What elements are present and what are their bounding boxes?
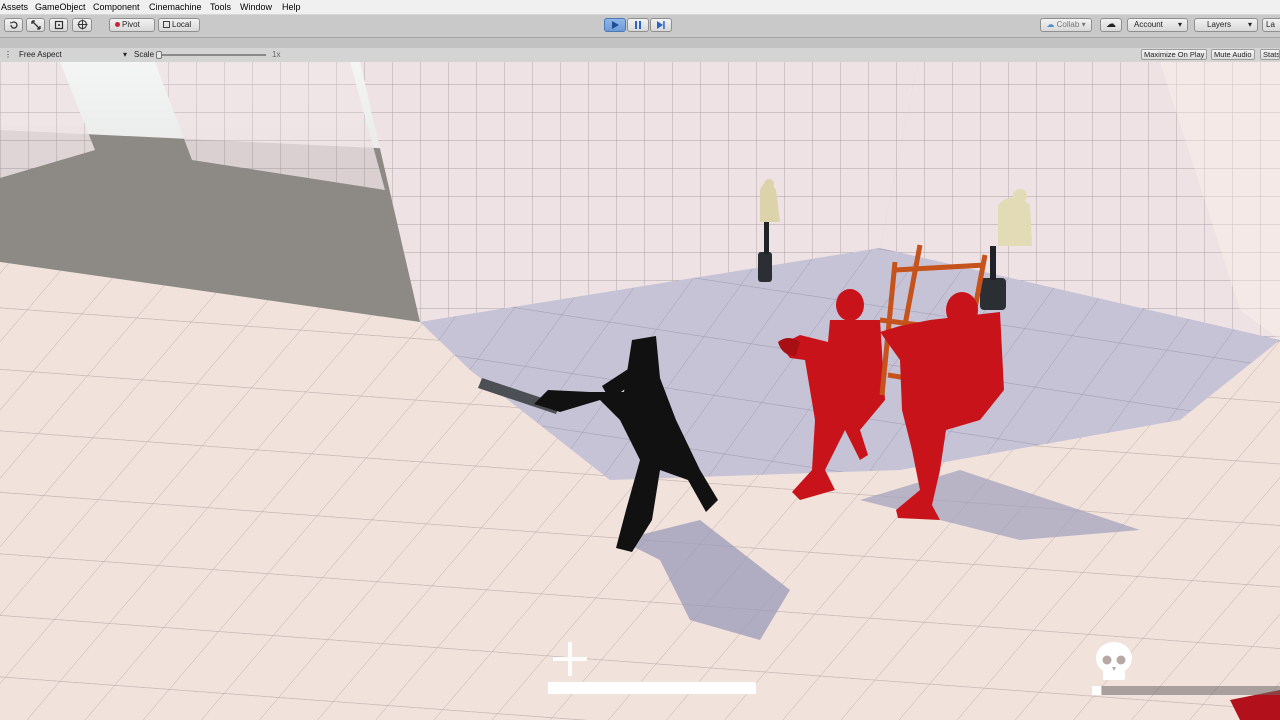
aspect-chevron-icon: ▾ bbox=[123, 50, 128, 59]
scale-icon bbox=[30, 20, 41, 30]
local-label: Local bbox=[172, 20, 192, 29]
enemy-bar-fill bbox=[1092, 686, 1102, 695]
aspect-dropdown[interactable]: Free Aspect bbox=[19, 50, 62, 60]
layers-label: Layers bbox=[1207, 20, 1232, 29]
menu-assets[interactable]: Assets bbox=[1, 1, 28, 13]
pivot-label: Pivot bbox=[122, 20, 140, 29]
account-label: Account bbox=[1134, 20, 1163, 29]
scale-slider-handle[interactable] bbox=[156, 51, 162, 59]
game-scene bbox=[0, 62, 1280, 720]
play-icon bbox=[612, 20, 619, 29]
game-view-toolbar: ⋮ Free Aspect ▾ Scale 1x Maximize On Pla… bbox=[0, 48, 1280, 63]
local-toggle[interactable]: Local bbox=[158, 18, 200, 32]
game-viewport[interactable] bbox=[0, 62, 1280, 720]
mute-audio-toggle[interactable]: Mute Audio bbox=[1211, 49, 1255, 60]
rotate-icon bbox=[9, 21, 18, 29]
local-icon bbox=[163, 21, 170, 29]
menu-window[interactable]: Window bbox=[240, 1, 272, 13]
scale-tool-button[interactable] bbox=[26, 18, 45, 32]
menu-component[interactable]: Component bbox=[93, 1, 140, 13]
services-cloud-icon: ☁ bbox=[1106, 19, 1116, 30]
transform-icon bbox=[77, 19, 87, 30]
pivot-icon bbox=[115, 22, 120, 28]
main-toolbar: Pivot Local ☁ Collab ▾ ☁ Account ▾ Layers… bbox=[0, 15, 1280, 38]
layers-dropdown[interactable]: Layers ▾ bbox=[1194, 18, 1258, 32]
menu-tools[interactable]: Tools bbox=[210, 1, 231, 13]
transform-tool-button[interactable] bbox=[72, 18, 92, 32]
chevron-down-icon: ▾ bbox=[1177, 20, 1182, 29]
health-bar-fill bbox=[548, 682, 756, 694]
menu-gameobject[interactable]: GameObject bbox=[35, 1, 86, 13]
rect-tool-button[interactable] bbox=[49, 18, 68, 32]
scale-slider[interactable] bbox=[156, 51, 266, 59]
step-button[interactable] bbox=[650, 18, 672, 32]
panel-separator bbox=[0, 38, 1280, 48]
scale-value: 1x bbox=[272, 50, 281, 59]
maximize-on-play-toggle[interactable]: Maximize On Play bbox=[1141, 49, 1208, 60]
services-button[interactable]: ☁ bbox=[1100, 18, 1122, 32]
stats-toggle[interactable]: Stats bbox=[1260, 49, 1280, 60]
pause-button[interactable] bbox=[627, 18, 649, 32]
scale-label: Scale bbox=[134, 50, 155, 59]
panel-menu-icon[interactable]: ⋮ bbox=[4, 50, 12, 60]
account-dropdown[interactable]: Account ▾ bbox=[1127, 18, 1188, 32]
enemy-bar-track bbox=[1092, 686, 1280, 695]
layout-dropdown[interactable]: La bbox=[1262, 18, 1280, 32]
pivot-toggle[interactable]: Pivot bbox=[109, 18, 155, 32]
menu-bar: Assets GameObject Component Cinemachine … bbox=[0, 0, 1280, 15]
layout-label: La bbox=[1266, 20, 1275, 29]
collab-button[interactable]: ☁ Collab ▾ bbox=[1040, 18, 1092, 32]
rect-icon bbox=[54, 20, 63, 29]
rotate-tool-button[interactable] bbox=[4, 18, 23, 32]
collab-label: Collab bbox=[1056, 20, 1080, 29]
play-button[interactable] bbox=[604, 18, 626, 32]
pause-icon bbox=[635, 20, 641, 29]
step-icon bbox=[657, 20, 665, 29]
chevron-down-icon: ▾ bbox=[1081, 20, 1086, 29]
menu-cinemachine[interactable]: Cinemachine bbox=[149, 1, 202, 13]
cloud-icon: ☁ bbox=[1046, 20, 1055, 29]
chevron-down-icon: ▾ bbox=[1247, 20, 1252, 29]
menu-help[interactable]: Help bbox=[282, 1, 301, 13]
